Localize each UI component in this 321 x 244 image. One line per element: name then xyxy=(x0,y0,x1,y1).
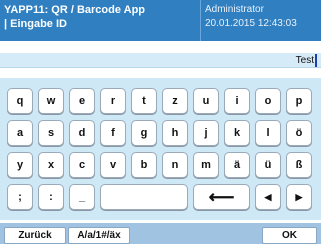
key-t[interactable]: t xyxy=(131,88,157,114)
date-time: 20.01.2015 12:43:03 xyxy=(205,18,297,29)
ok-button[interactable]: OK xyxy=(262,227,317,244)
key-j[interactable]: j xyxy=(193,120,219,146)
key-colon[interactable]: : xyxy=(38,184,64,210)
cursor-left-key[interactable]: ◀ xyxy=(255,184,281,210)
bottom-button-bar: Zurück A/a/1#/äx OK xyxy=(0,223,321,244)
user-name: Administrator xyxy=(205,4,264,15)
id-input-field[interactable]: Test xyxy=(0,53,321,68)
key-semicolon[interactable]: ; xyxy=(7,184,33,210)
arrow-right-icon: ▶ xyxy=(295,191,303,202)
cursor-right-key[interactable]: ▶ xyxy=(286,184,312,210)
key-q[interactable]: q xyxy=(7,88,33,114)
key-b[interactable]: b xyxy=(131,152,157,178)
header-divider xyxy=(200,0,201,41)
key-h[interactable]: h xyxy=(162,120,188,146)
key-w[interactable]: w xyxy=(38,88,64,114)
key-u-umlaut[interactable]: ü xyxy=(255,152,281,178)
key-underscore[interactable]: _ xyxy=(69,184,95,210)
key-n[interactable]: n xyxy=(162,152,188,178)
key-c[interactable]: c xyxy=(69,152,95,178)
key-v[interactable]: v xyxy=(100,152,126,178)
key-space[interactable] xyxy=(100,184,188,210)
key-m[interactable]: m xyxy=(193,152,219,178)
title-block: YAPP11: QR / Barcode App | Eingabe ID xyxy=(4,3,145,31)
key-d[interactable]: d xyxy=(69,120,95,146)
title-bar: YAPP11: QR / Barcode App | Eingabe ID Ad… xyxy=(0,0,321,41)
user-info: Administrator 20.01.2015 12:43:03 xyxy=(205,3,297,31)
key-z[interactable]: z xyxy=(162,88,188,114)
key-y[interactable]: y xyxy=(7,152,33,178)
key-k[interactable]: k xyxy=(224,120,250,146)
on-screen-keyboard: q w e r t z u i o p a s d f g h j k l ö … xyxy=(0,78,321,220)
key-i[interactable]: i xyxy=(224,88,250,114)
arrow-left-icon: ◀ xyxy=(264,191,272,202)
app-title: YAPP11: QR / Barcode App xyxy=(4,4,146,16)
key-e[interactable]: e xyxy=(69,88,95,114)
key-p[interactable]: p xyxy=(286,88,312,114)
key-u[interactable]: u xyxy=(193,88,219,114)
key-g[interactable]: g xyxy=(131,120,157,146)
backspace-arrow-icon: ⟵ xyxy=(208,186,235,207)
key-o[interactable]: o xyxy=(255,88,281,114)
input-value: Test xyxy=(295,55,314,66)
key-x[interactable]: x xyxy=(38,152,64,178)
key-s[interactable]: s xyxy=(38,120,64,146)
back-button[interactable]: Zurück xyxy=(4,227,66,244)
keyboard-mode-button[interactable]: A/a/1#/äx xyxy=(68,227,130,244)
key-f[interactable]: f xyxy=(100,120,126,146)
text-caret xyxy=(315,54,317,67)
key-o-umlaut[interactable]: ö xyxy=(286,120,312,146)
key-eszett[interactable]: ß xyxy=(286,152,312,178)
key-a[interactable]: a xyxy=(7,120,33,146)
key-a-umlaut[interactable]: ä xyxy=(224,152,250,178)
key-r[interactable]: r xyxy=(100,88,126,114)
screen-title: | Eingabe ID xyxy=(4,18,67,30)
backspace-key[interactable]: ⟵ xyxy=(193,184,250,210)
key-l[interactable]: l xyxy=(255,120,281,146)
